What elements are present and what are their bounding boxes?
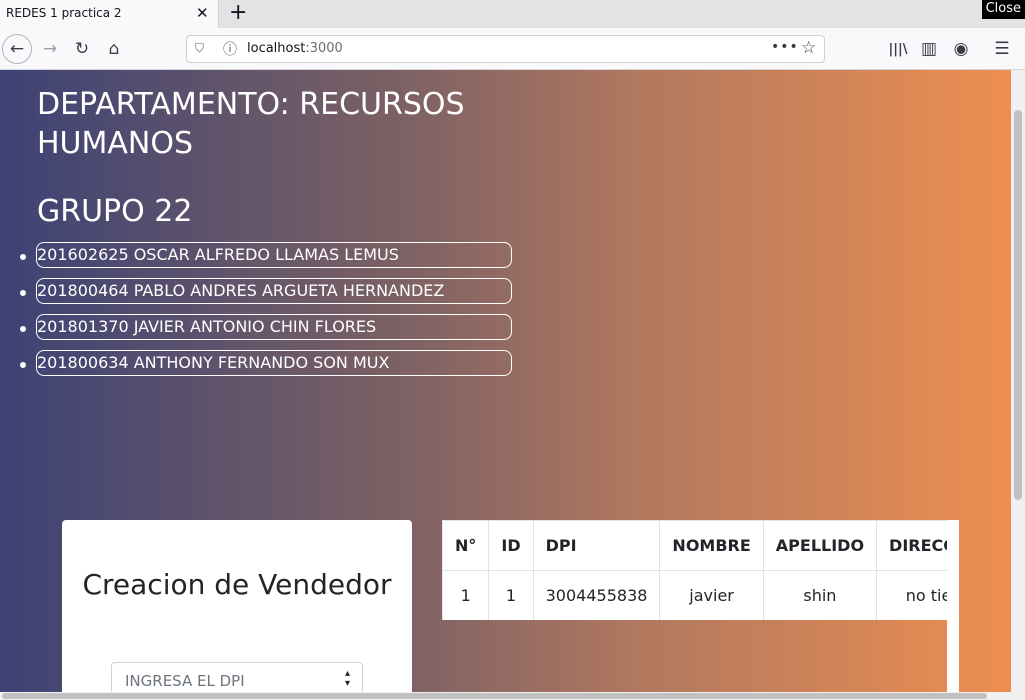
reload-icon[interactable]: ↻ [68, 28, 96, 70]
column-header: DIRECCION [876, 520, 947, 571]
dpi-placeholder: INGRESA EL DPI [125, 672, 245, 690]
table-row: 1 1 3004455838 javier shin no tiene [442, 570, 947, 620]
spinner-icon[interactable]: ▴ ▾ [345, 669, 350, 689]
forward-arrow-icon[interactable]: → [36, 28, 64, 70]
table-cell: 1 [488, 570, 534, 620]
column-header: N° [442, 520, 490, 571]
navigation-toolbar: ← → ↻ ⌂ ⛉ ⓘ localhost:3000 ••• ☆ |||\ ▥ … [0, 28, 1025, 70]
group-title: GRUPO 22 [37, 194, 193, 229]
table-cell: shin [762, 570, 878, 620]
column-header: APELLIDO [762, 520, 878, 571]
sidebar-icon[interactable]: ▥ [915, 28, 943, 70]
bookmark-star-icon[interactable]: ☆ [801, 38, 816, 58]
tab-active[interactable]: REDES 1 practica 2 ✕ [0, 0, 219, 28]
member-pill: 201800464 PABLO ANDRES ARGUETA HERNANDEZ [36, 278, 512, 304]
vertical-scroll-thumb[interactable] [1014, 110, 1022, 500]
column-header: ID [488, 520, 534, 571]
horizontal-scroll-thumb[interactable] [2, 693, 987, 699]
page-actions-icon[interactable]: ••• [771, 39, 799, 55]
table-cell: 3004455838 [532, 570, 661, 620]
url-port: :3000 [305, 41, 343, 56]
card-title: Creacion de Vendedor [82, 568, 392, 601]
column-header: NOMBRE [659, 520, 764, 571]
url-text[interactable]: localhost:3000 [247, 41, 343, 56]
sellers-table-container[interactable]: N° ID DPI NOMBRE APELLIDO DIRECCION 1 1 … [442, 520, 947, 620]
info-icon[interactable]: ⓘ [223, 39, 237, 59]
member-pill: 201800634 ANTHONY FERNANDO SON MUX [36, 350, 512, 376]
tab-bar: REDES 1 practica 2 ✕ + Close [0, 0, 1025, 28]
new-tab-icon[interactable]: + [229, 1, 247, 25]
back-arrow-icon[interactable]: ← [3, 28, 31, 70]
table-header-row: N° ID DPI NOMBRE APELLIDO DIRECCION [442, 520, 947, 571]
close-tab-icon[interactable]: ✕ [196, 4, 209, 22]
horizontal-scrollbar[interactable] [0, 692, 1025, 700]
home-icon[interactable]: ⌂ [100, 28, 128, 70]
shield-icon[interactable]: ⛉ [195, 41, 204, 56]
column-header: DPI [532, 520, 661, 571]
page-viewport: DEPARTAMENTO: RECURSOS HUMANOS GRUPO 22 … [0, 70, 1025, 700]
library-icon[interactable]: |||\ [884, 28, 912, 70]
sellers-table: N° ID DPI NOMBRE APELLIDO DIRECCION 1 1 … [442, 520, 947, 620]
bullet-icon [20, 254, 26, 260]
table-cell: no tiene [876, 570, 947, 620]
vertical-scrollbar[interactable] [1011, 70, 1025, 692]
table-cell: 1 [442, 570, 490, 620]
table-side-strip [947, 520, 959, 700]
create-seller-card: Creacion de Vendedor INGRESA EL DPI ▴ ▾ [62, 520, 412, 700]
department-title: DEPARTAMENTO: RECURSOS HUMANOS [37, 87, 465, 161]
bullet-icon [20, 326, 26, 332]
url-host: localhost [247, 41, 306, 56]
url-bar[interactable]: ⛉ ⓘ localhost:3000 ••• ☆ [186, 35, 825, 63]
close-button[interactable]: Close [981, 0, 1025, 19]
menu-icon[interactable]: ☰ [988, 28, 1016, 70]
bullet-icon [20, 290, 26, 296]
tab-title: REDES 1 practica 2 [6, 6, 122, 20]
bullet-icon [20, 362, 26, 368]
account-icon[interactable]: ◉ [947, 28, 975, 70]
table-cell: javier [659, 570, 764, 620]
member-pill: 201801370 JAVIER ANTONIO CHIN FLORES [36, 314, 512, 340]
member-pill: 201602625 OSCAR ALFREDO LLAMAS LEMUS [36, 242, 512, 268]
